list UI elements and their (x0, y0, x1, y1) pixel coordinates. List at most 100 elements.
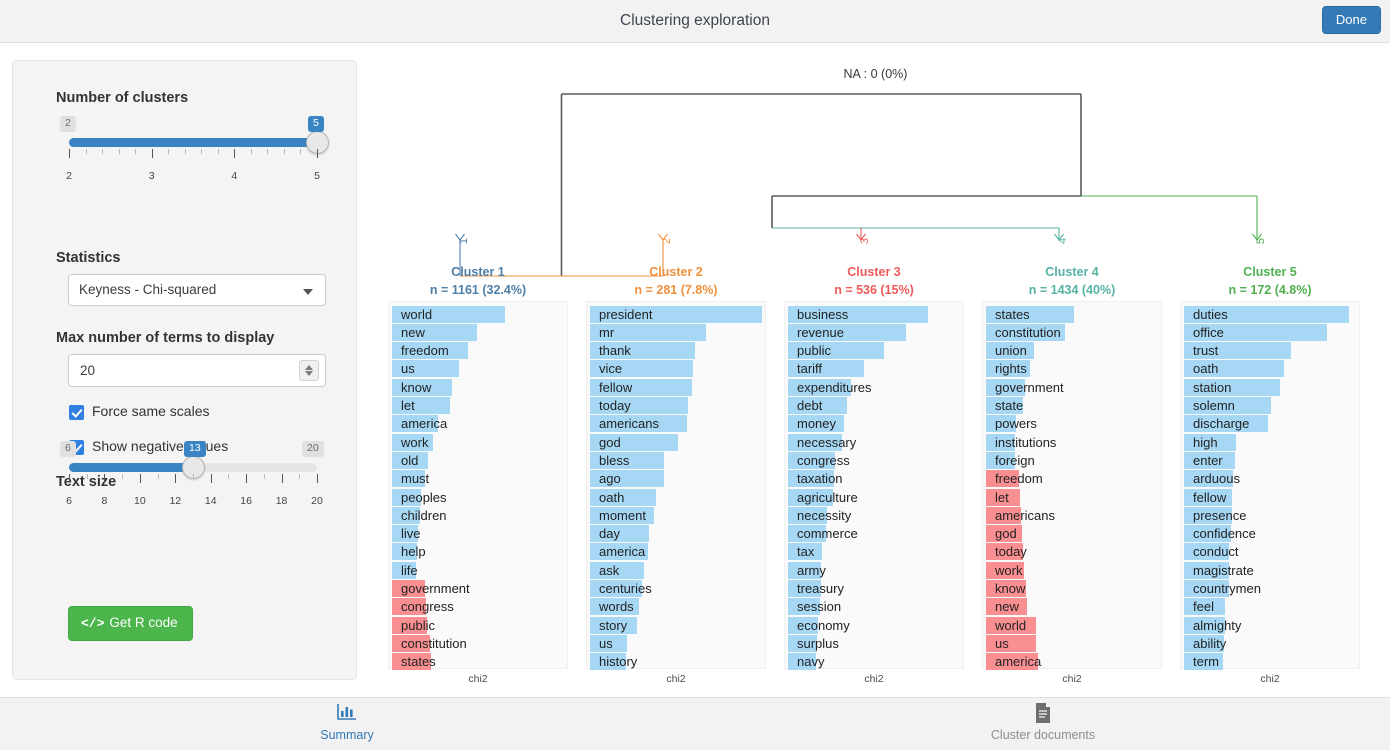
term-bar-row[interactable]: know (392, 378, 566, 396)
term-bar-row[interactable]: confidence (1184, 525, 1358, 543)
term-bar-row[interactable]: government (986, 378, 1160, 396)
term-bar-row[interactable]: commerce (788, 525, 962, 543)
term-bar-row[interactable]: economy (788, 616, 962, 634)
term-bar-row[interactable]: story (590, 616, 764, 634)
term-bar-row[interactable]: institutions (986, 433, 1160, 451)
term-bar-row[interactable]: life (392, 561, 566, 579)
term-bar-row[interactable]: duties (1184, 305, 1358, 323)
term-bar-row[interactable]: ago (590, 470, 764, 488)
term-bar-row[interactable]: america (986, 653, 1160, 671)
term-bar-row[interactable]: new (986, 598, 1160, 616)
statistics-select[interactable]: Keyness - Chi-squared (68, 274, 326, 306)
term-bar-row[interactable]: americans (590, 415, 764, 433)
term-bar-row[interactable]: countrymen (1184, 580, 1358, 598)
term-bar-row[interactable]: taxation (788, 470, 962, 488)
term-bar-row[interactable]: term (1184, 653, 1358, 671)
term-bar-row[interactable]: new (392, 323, 566, 341)
term-bar-row[interactable]: us (986, 634, 1160, 652)
term-bar-row[interactable]: constitution (392, 634, 566, 652)
term-bar-row[interactable]: solemn (1184, 397, 1358, 415)
term-bar-row[interactable]: freedom (986, 470, 1160, 488)
term-bar-row[interactable]: foreign (986, 451, 1160, 469)
term-bar-row[interactable]: today (986, 543, 1160, 561)
term-bar-row[interactable]: us (590, 634, 764, 652)
term-bar-row[interactable]: help (392, 543, 566, 561)
term-bar-row[interactable]: history (590, 653, 764, 671)
term-bar-row[interactable]: freedom (392, 342, 566, 360)
term-bar-row[interactable]: ability (1184, 634, 1358, 652)
term-bar-row[interactable]: business (788, 305, 962, 323)
term-bar-row[interactable]: let (986, 488, 1160, 506)
term-bar-row[interactable]: agriculture (788, 488, 962, 506)
term-bar-row[interactable]: high (1184, 433, 1358, 451)
term-bar-row[interactable]: let (392, 397, 566, 415)
term-bar-row[interactable]: rights (986, 360, 1160, 378)
term-bar-row[interactable]: america (392, 415, 566, 433)
term-bar-row[interactable]: almighty (1184, 616, 1358, 634)
term-bar-row[interactable]: army (788, 561, 962, 579)
term-bar-row[interactable]: moment (590, 506, 764, 524)
term-bar-row[interactable]: america (590, 543, 764, 561)
nav-tab-summary[interactable]: Summary (257, 702, 437, 742)
slider-track[interactable] (69, 138, 317, 147)
term-bar-row[interactable]: union (986, 342, 1160, 360)
term-bar-row[interactable]: debt (788, 397, 962, 415)
term-bar-row[interactable]: god (590, 433, 764, 451)
term-bar-row[interactable]: trust (1184, 342, 1358, 360)
term-bar-row[interactable]: state (986, 397, 1160, 415)
term-bar-row[interactable]: god (986, 525, 1160, 543)
term-bar-row[interactable]: centuries (590, 580, 764, 598)
max-terms-input[interactable]: 20 (68, 354, 326, 387)
term-bar-row[interactable]: us (392, 360, 566, 378)
checkbox-checked-icon[interactable] (69, 405, 84, 420)
term-bar-row[interactable]: government (392, 580, 566, 598)
term-bar-row[interactable]: necessary (788, 433, 962, 451)
term-bar-row[interactable]: old (392, 451, 566, 469)
term-bar-row[interactable]: station (1184, 378, 1358, 396)
term-bar-row[interactable]: conduct (1184, 543, 1358, 561)
get-r-code-button[interactable]: </>Get R code (68, 606, 193, 641)
term-bar-row[interactable]: arduous (1184, 470, 1358, 488)
term-bar-row[interactable]: world (986, 616, 1160, 634)
term-bar-row[interactable]: work (392, 433, 566, 451)
term-bar-row[interactable]: oath (1184, 360, 1358, 378)
term-bar-row[interactable]: work (986, 561, 1160, 579)
term-bar-row[interactable]: words (590, 598, 764, 616)
term-bar-row[interactable]: states (392, 653, 566, 671)
term-bar-row[interactable]: public (788, 342, 962, 360)
term-bar-row[interactable]: peoples (392, 488, 566, 506)
term-bar-row[interactable]: treasury (788, 580, 962, 598)
term-bar-row[interactable]: oath (590, 488, 764, 506)
term-bar-row[interactable]: bless (590, 451, 764, 469)
term-bar-row[interactable]: enter (1184, 451, 1358, 469)
term-bar-row[interactable]: necessity (788, 506, 962, 524)
term-bar-row[interactable]: expenditures (788, 378, 962, 396)
term-bar-row[interactable]: president (590, 305, 764, 323)
term-bar-row[interactable]: constitution (986, 323, 1160, 341)
term-bar-row[interactable]: ask (590, 561, 764, 579)
term-bar-row[interactable]: revenue (788, 323, 962, 341)
term-bar-row[interactable]: world (392, 305, 566, 323)
term-bar-row[interactable]: live (392, 525, 566, 543)
term-bar-row[interactable]: surplus (788, 634, 962, 652)
term-bar-row[interactable]: mr (590, 323, 764, 341)
term-bar-row[interactable]: powers (986, 415, 1160, 433)
term-bar-row[interactable]: navy (788, 653, 962, 671)
term-bar-row[interactable]: fellow (590, 378, 764, 396)
term-bar-row[interactable]: tariff (788, 360, 962, 378)
max-terms-stepper[interactable] (299, 360, 319, 381)
term-bar-row[interactable]: today (590, 397, 764, 415)
term-bar-row[interactable]: children (392, 506, 566, 524)
term-bar-row[interactable]: congress (788, 451, 962, 469)
term-bar-row[interactable]: thank (590, 342, 764, 360)
nav-tab-cluster-documents[interactable]: Cluster documents (953, 702, 1133, 742)
term-bar-row[interactable]: americans (986, 506, 1160, 524)
stepper-up-icon[interactable] (305, 365, 313, 370)
term-bar-row[interactable]: presence (1184, 506, 1358, 524)
done-button[interactable]: Done (1322, 6, 1381, 34)
stepper-down-icon[interactable] (305, 371, 313, 376)
term-bar-row[interactable]: tax (788, 543, 962, 561)
term-bar-row[interactable]: discharge (1184, 415, 1358, 433)
term-bar-row[interactable]: money (788, 415, 962, 433)
term-bar-row[interactable]: magistrate (1184, 561, 1358, 579)
